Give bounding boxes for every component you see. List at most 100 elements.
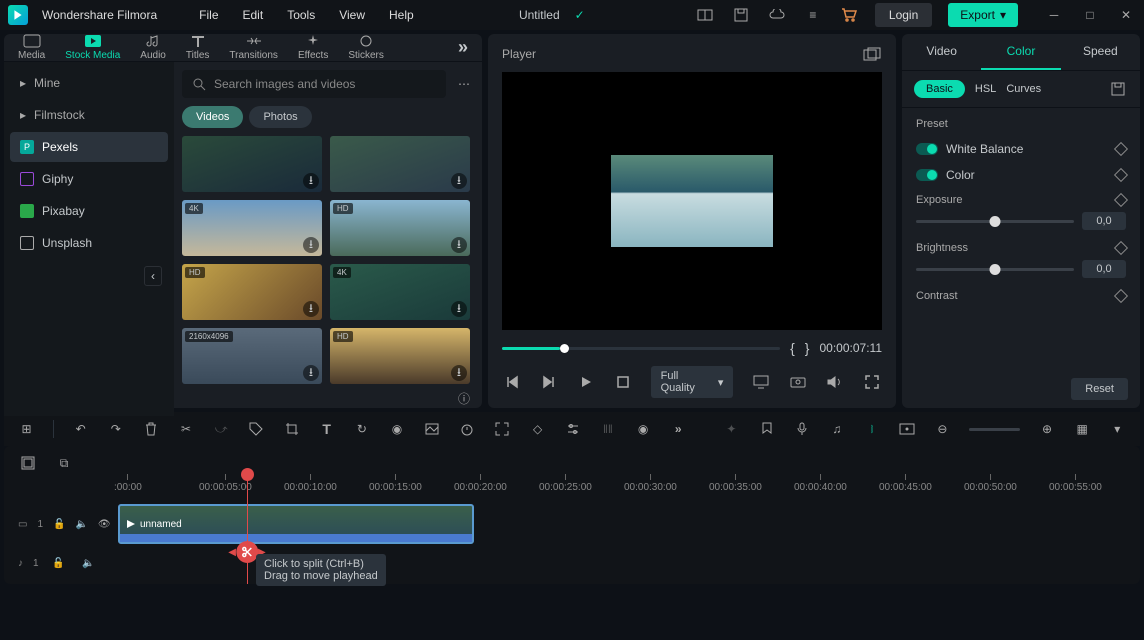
play-button[interactable] [576, 372, 595, 392]
mark-in-icon[interactable]: { [790, 340, 795, 356]
split-tool-icon[interactable]: ⧘ [863, 419, 880, 439]
download-icon[interactable]: ⭳ [303, 173, 319, 189]
cloud-icon[interactable] [767, 5, 787, 25]
tab-stock-media[interactable]: Stock Media [65, 34, 120, 61]
adjust-icon[interactable] [564, 419, 581, 439]
filter-videos[interactable]: Videos [182, 106, 243, 128]
keyframe-tool-icon[interactable]: ◇ [529, 419, 546, 439]
expand-icon[interactable] [494, 419, 511, 439]
keyframe-icon[interactable] [1114, 142, 1128, 156]
menu-file[interactable]: File [199, 8, 218, 22]
insp-sub-basic[interactable]: Basic [914, 80, 965, 98]
thumbnail[interactable]: HD⭳ [182, 264, 322, 320]
mic-icon[interactable] [793, 419, 810, 439]
timeline-clip[interactable]: unnamed [118, 504, 474, 544]
timeline-options-icon[interactable] [18, 453, 38, 473]
lock-icon[interactable]: 🔓 [53, 514, 65, 534]
menu-view[interactable]: View [339, 8, 365, 22]
brightness-slider[interactable] [916, 268, 1074, 271]
tag-icon[interactable] [248, 419, 265, 439]
tab-titles[interactable]: Titles [186, 34, 210, 61]
insp-tab-video[interactable]: Video [902, 34, 981, 70]
text-icon[interactable]: T [318, 419, 335, 439]
download-icon[interactable]: ⭳ [451, 365, 467, 381]
more-options-icon[interactable]: ⋯ [454, 74, 474, 94]
more-tools-icon[interactable]: » [670, 419, 687, 439]
mute-icon[interactable]: 🔈 [75, 514, 87, 534]
maximize-button[interactable]: □ [1080, 5, 1100, 25]
reset-button[interactable]: Reset [1071, 378, 1128, 400]
delete-icon[interactable] [142, 419, 159, 439]
source-mine[interactable]: ▸Mine [10, 68, 168, 98]
thumbnail[interactable]: 2160x4096⭳ [182, 328, 322, 384]
download-icon[interactable]: ⭳ [303, 301, 319, 317]
marker-icon[interactable] [758, 419, 775, 439]
source-pixabay[interactable]: Pixabay [10, 196, 168, 226]
undo-icon[interactable]: ↶ [72, 419, 89, 439]
color-toggle[interactable] [916, 169, 938, 181]
login-button[interactable]: Login [875, 3, 932, 27]
color-wheel-icon[interactable]: ◉ [388, 419, 405, 439]
zoom-slider[interactable] [969, 428, 1020, 431]
keyframe-icon[interactable] [1114, 241, 1128, 255]
marker-wheel-icon[interactable]: ✦ [723, 419, 740, 439]
scissors-icon[interactable]: ✂ [177, 419, 194, 439]
exposure-slider[interactable] [916, 220, 1074, 223]
exposure-value[interactable]: 0,0 [1082, 212, 1126, 230]
cart-icon[interactable] [839, 5, 859, 25]
timeline-ruler[interactable]: :00:0000:00:05:0000:00:10:0000:00:15:000… [114, 474, 1140, 500]
tab-audio[interactable]: Audio [140, 34, 166, 61]
thumbnail[interactable]: 4K⭳ [330, 264, 470, 320]
thumbnail[interactable]: 4K⭳ [182, 200, 322, 256]
thumbnail[interactable]: HD⭳ [330, 200, 470, 256]
rotate-icon[interactable]: ↻ [353, 419, 370, 439]
export-button[interactable]: Export▾ [948, 3, 1018, 27]
source-unsplash[interactable]: Unsplash [10, 228, 168, 258]
source-filmstock[interactable]: ▸Filmstock [10, 100, 168, 130]
menu-edit[interactable]: Edit [243, 8, 264, 22]
fullscreen-icon[interactable] [863, 372, 882, 392]
search-input[interactable]: Search images and videos [182, 70, 446, 98]
zoom-in-icon[interactable]: ⊕ [1038, 419, 1055, 439]
frame-icon[interactable] [899, 419, 916, 439]
menu-tools[interactable]: Tools [287, 8, 315, 22]
eye-icon[interactable]: 👁 [98, 514, 111, 534]
download-icon[interactable]: ⭳ [451, 301, 467, 317]
volume-icon[interactable] [826, 372, 845, 392]
brightness-value[interactable]: 0,0 [1082, 260, 1126, 278]
minimize-button[interactable]: ─ [1044, 5, 1064, 25]
lock-icon[interactable]: 🔓 [49, 553, 69, 573]
download-icon[interactable]: ⭳ [451, 237, 467, 253]
insp-tab-color[interactable]: Color [981, 34, 1060, 70]
insp-tab-speed[interactable]: Speed [1061, 34, 1140, 70]
thumbnail[interactable]: ⭳ [182, 136, 322, 192]
white-balance-toggle[interactable] [916, 143, 938, 155]
keyframe-icon[interactable] [1114, 168, 1128, 182]
grid-icon[interactable]: ⊞ [18, 419, 35, 439]
download-icon[interactable]: ⭳ [451, 173, 467, 189]
player-viewport[interactable] [502, 72, 882, 330]
music-icon[interactable]: ♫ [828, 419, 845, 439]
record-icon[interactable]: ◉ [635, 419, 652, 439]
tab-media[interactable]: Media [18, 34, 45, 61]
layout-icon[interactable] [695, 5, 715, 25]
playhead[interactable] [247, 476, 248, 584]
source-pexels[interactable]: PPexels [10, 132, 168, 162]
mute-icon[interactable]: 🔈 [79, 553, 99, 573]
close-button[interactable]: ✕ [1116, 5, 1136, 25]
player-scrubber[interactable] [502, 347, 780, 350]
source-giphy[interactable]: Giphy [10, 164, 168, 194]
chevron-down-icon[interactable]: ▾ [1109, 419, 1126, 439]
keyframe-icon[interactable] [1114, 193, 1128, 207]
stop-button[interactable] [613, 372, 632, 392]
zoom-out-icon[interactable]: ⊖ [934, 419, 951, 439]
redo-icon[interactable]: ↷ [107, 419, 124, 439]
download-icon[interactable]: ⭳ [303, 237, 319, 253]
speed-ramp-icon[interactable]: ⤻ [213, 419, 230, 439]
tab-effects[interactable]: Effects [298, 34, 328, 61]
audio-sync-icon[interactable]: ‖‖ [599, 419, 616, 439]
insp-sub-hsl[interactable]: HSL [975, 83, 996, 95]
crop-icon[interactable] [283, 419, 300, 439]
keyframe-icon[interactable] [1114, 289, 1128, 303]
link-icon[interactable]: ⧉ [54, 453, 74, 473]
